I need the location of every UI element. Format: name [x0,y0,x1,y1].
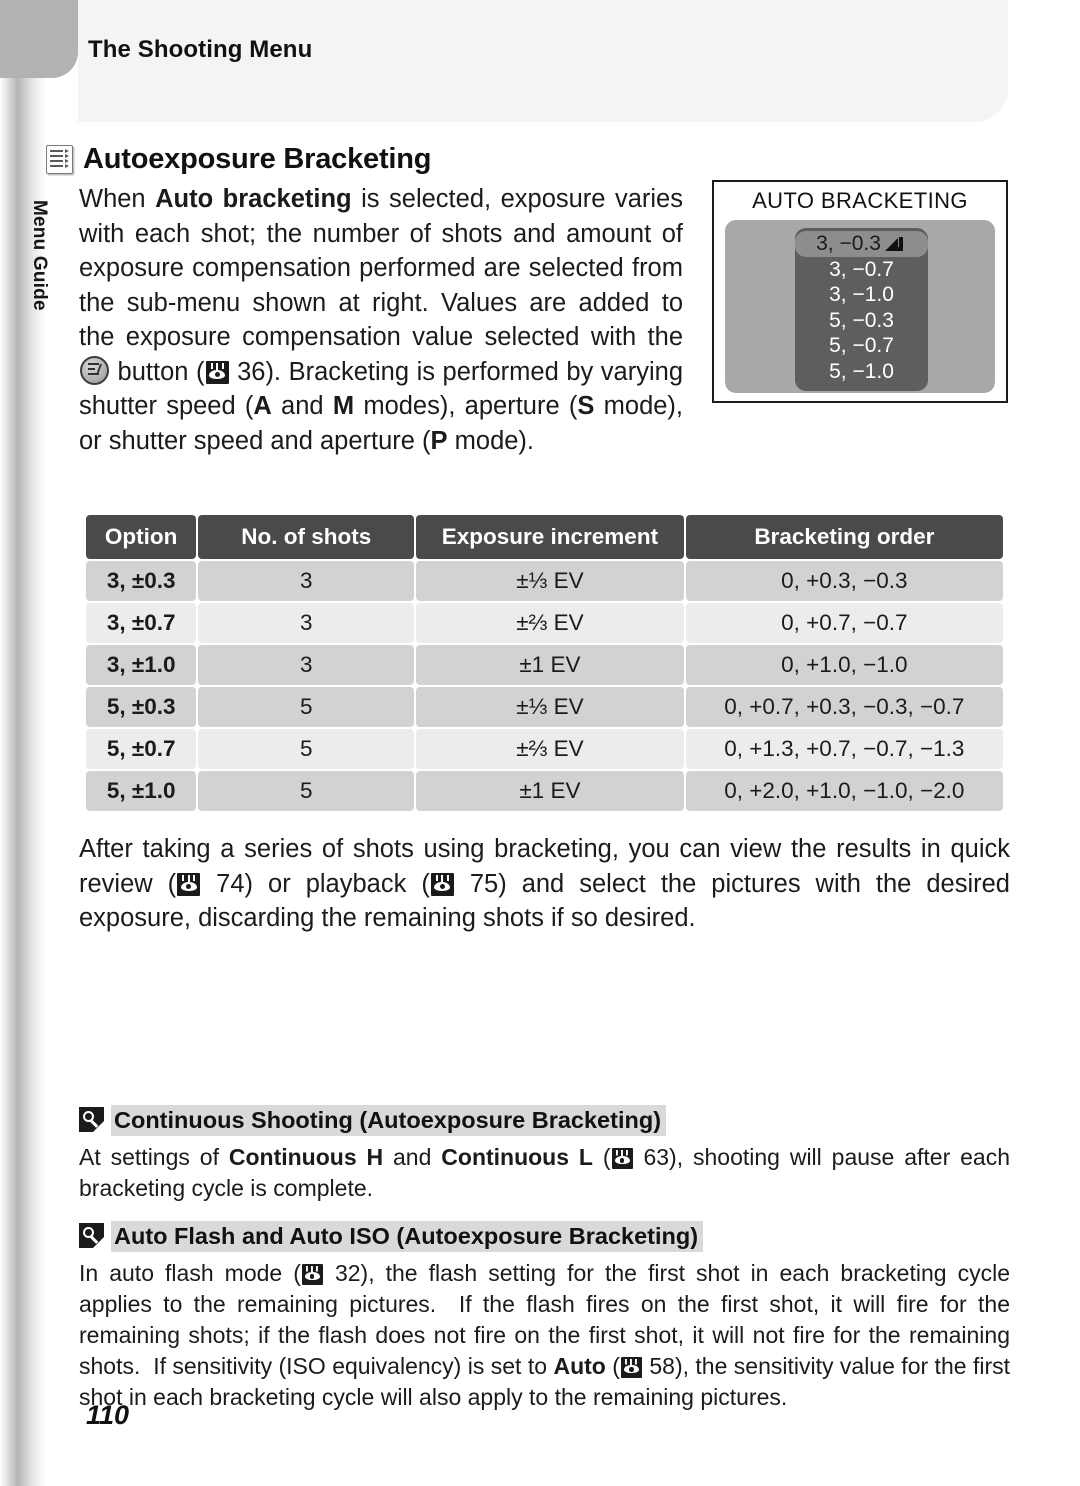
cell-order: 0, +1.3, +0.7, −0.7, −1.3 [685,729,1003,769]
continuous-h-term: Continuous H [228,1144,384,1170]
table-row: 3, ±0.3 3 ±⅓ EV 0, +0.3, −0.3 [86,561,1003,601]
table-row: 3, ±1.0 3 ±1 EV 0, +1.0, −1.0 [86,645,1003,685]
lcd-body: 3, −0.3 3, −0.7 3, −1.0 5, −0.3 5, −0.7 … [725,220,995,393]
mode-p: P [430,426,448,455]
cell-increment: ±⅔ EV [416,729,684,769]
menu-list-icon [46,145,73,174]
side-tab-label: Menu Guide [29,200,50,311]
note-continuous-shooting: Continuous Shooting (Autoexposure Bracke… [79,1105,1010,1204]
note-header: Continuous Shooting (Autoexposure Bracke… [79,1105,1010,1136]
reference-page-74: 74 [216,869,245,898]
mode-m: M [332,392,355,420]
reference-page-63: 63 [643,1144,670,1170]
cell-shots: 5 [198,771,415,811]
lcd-option-item[interactable]: 5, −0.7 [795,333,928,359]
lcd-screen-illustration: AUTO BRACKETING 3, −0.3 3, −0.7 3, −1.0 … [712,180,1008,403]
lcd-title: AUTO BRACKETING [752,188,968,213]
note-auto-flash-auto-iso: Auto Flash and Auto ISO (Autoexposure Br… [79,1221,1010,1413]
cell-option: 5, ±1.0 [86,771,197,811]
side-tab-menu-guide: Menu Guide [28,200,58,400]
cell-option: 3, ±0.7 [86,603,197,643]
cell-shots: 5 [198,687,415,727]
column-header-shots: No. of shots [198,515,415,559]
page-reference-icon [177,872,201,896]
intro-reference-page: 36 [237,357,266,386]
note-body: In auto flash mode ( 32), the flash sett… [79,1260,1010,1410]
note-body: At settings of Continuous H and Continuo… [79,1144,1011,1201]
magnifier-note-icon [79,1107,104,1132]
note-header: Auto Flash and Auto ISO (Autoexposure Br… [79,1221,1010,1252]
reference-page-75: 75 [469,869,499,898]
note-title: Continuous Shooting (Autoexposure Bracke… [111,1105,667,1136]
page-number: 110 [86,1400,130,1430]
cell-increment: ±1 EV [416,645,684,685]
after-table-paragraph: After taking a series of shots using bra… [79,835,1010,932]
reference-page-32: 32 [334,1260,361,1286]
cell-increment: ±⅓ EV [416,687,684,727]
cell-option: 5, ±0.3 [86,687,197,727]
section-heading: Autoexposure Bracketing [46,143,432,176]
note-title: Auto Flash and Auto ISO (Autoexposure Br… [111,1221,704,1252]
mode-s: S [577,392,595,420]
page-reference-icon [301,1263,323,1285]
cell-order: 0, +1.0, −1.0 [685,645,1003,685]
cell-shots: 3 [198,645,415,685]
page-reference-icon [430,872,454,896]
cell-increment: ±⅓ EV [416,561,684,601]
bracketing-options-table: Option No. of shots Exposure increment B… [84,513,1005,813]
reference-page-58: 58 [649,1353,675,1379]
lcd-option-item[interactable]: 3, −1.0 [795,282,928,308]
lcd-option-item[interactable]: 5, −1.0 [795,359,928,385]
cell-shots: 3 [198,561,415,601]
table-row: 3, ±0.7 3 ±⅔ EV 0, +0.7, −0.7 [86,603,1003,643]
cell-option: 5, ±0.7 [86,729,197,769]
continuous-l-term: Continuous L [441,1144,593,1170]
column-header-increment: Exposure increment [416,515,684,559]
running-header-title: The Shooting Menu [88,36,313,63]
enter-arrow-icon [884,237,907,252]
table-row: 5, ±0.3 5 ±⅓ EV 0, +0.7, +0.3, −0.3, −0.… [86,687,1003,727]
cell-shots: 5 [198,729,415,769]
cell-increment: ±⅔ EV [416,603,684,643]
section-title: Autoexposure Bracketing [83,143,432,175]
exposure-compensation-button-icon [80,355,109,385]
page-reference-icon [620,1356,642,1378]
cell-order: 0, +0.7, −0.7 [685,603,1003,643]
auto-term: Auto [553,1353,606,1379]
table-row: 5, ±0.7 5 ±⅔ EV 0, +1.3, +0.7, −0.7, −1.… [86,729,1003,769]
lcd-option-item[interactable]: 3, −0.3 [795,231,928,257]
magnifier-note-icon [79,1223,104,1248]
cell-increment: ±1 EV [416,771,684,811]
page-reference-icon [205,360,229,384]
column-header-option: Option [86,515,197,559]
table-header-row: Option No. of shots Exposure increment B… [86,515,1003,559]
mode-a: A [253,392,272,420]
cell-order: 0, +0.3, −0.3 [685,561,1003,601]
cell-order: 0, +2.0, +1.0, −1.0, −2.0 [685,771,1003,811]
lcd-option-list: 3, −0.3 3, −0.7 3, −1.0 5, −0.3 5, −0.7 … [795,228,928,391]
cell-order: 0, +0.7, +0.3, −0.3, −0.7 [685,687,1003,727]
lcd-option-item[interactable]: 5, −0.3 [795,308,928,334]
chapter-tab-block [0,0,78,78]
cell-option: 3, ±0.3 [86,561,197,601]
cell-shots: 3 [198,603,415,643]
lcd-option-label: 3, −0.3 [816,232,881,255]
page-reference-icon [611,1147,633,1169]
intro-paragraph: When Auto bracketing is selected, exposu… [79,185,684,455]
table-row: 5, ±1.0 5 ±1 EV 0, +2.0, +1.0, −1.0, −2.… [86,771,1003,811]
lcd-option-item[interactable]: 3, −0.7 [795,257,928,283]
column-header-order: Bracketing order [685,515,1003,559]
auto-bracketing-term: Auto bracketing [155,185,352,213]
cell-option: 3, ±1.0 [86,645,197,685]
